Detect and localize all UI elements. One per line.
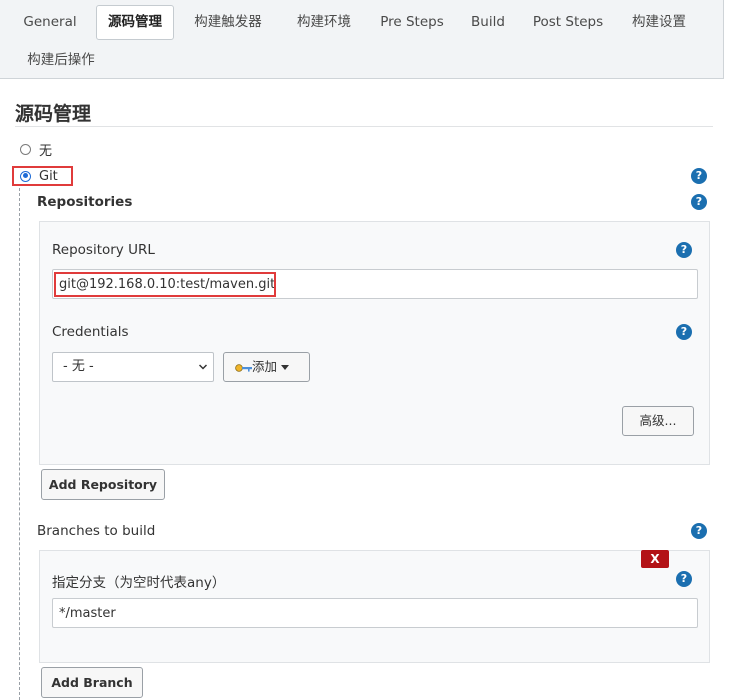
- tab-post-build-actions[interactable]: 构建后操作: [14, 43, 108, 77]
- branch-specifier-help-icon[interactable]: ?: [676, 571, 692, 587]
- add-credentials-button[interactable]: 添加: [223, 352, 310, 382]
- tab-build-environment[interactable]: 构建环境: [284, 5, 364, 39]
- git-section-guide-line: [19, 188, 20, 700]
- delete-branch-button[interactable]: X: [641, 550, 669, 568]
- section-divider: [15, 126, 713, 127]
- credentials-selected-value: - 无 -: [63, 359, 94, 374]
- branches-help-icon[interactable]: ?: [691, 523, 707, 539]
- section-tab-bar: General 源码管理 构建触发器 构建环境 Pre Steps Build …: [0, 0, 724, 79]
- credentials-select[interactable]: - 无 -: [52, 352, 214, 382]
- tab-build-triggers[interactable]: 构建触发器: [182, 5, 274, 39]
- advanced-button[interactable]: 高级...: [622, 406, 694, 436]
- repository-url-label: Repository URL: [52, 242, 155, 258]
- add-credentials-label: 添加: [252, 359, 278, 374]
- tab-build[interactable]: Build: [460, 5, 516, 39]
- radio-none-label: 无: [39, 143, 53, 159]
- tab-general[interactable]: General: [14, 5, 86, 39]
- radio-none[interactable]: [20, 143, 31, 155]
- credentials-help-icon[interactable]: ?: [676, 324, 692, 340]
- branch-specifier-input[interactable]: [52, 598, 698, 628]
- add-branch-button[interactable]: Add Branch: [41, 667, 143, 698]
- section-title: 源码管理: [15, 103, 92, 125]
- tab-post-steps[interactable]: Post Steps: [526, 5, 610, 39]
- chevron-down-icon: [199, 364, 207, 370]
- repository-url-help-icon[interactable]: ?: [676, 242, 692, 258]
- tab-pre-steps[interactable]: Pre Steps: [374, 5, 450, 39]
- credentials-label: Credentials: [52, 324, 129, 340]
- branch-specifier-label: 指定分支（为空时代表any）: [52, 575, 226, 591]
- caret-down-icon: [281, 365, 289, 370]
- tab-source-code-management[interactable]: 源码管理: [96, 5, 174, 40]
- repositories-help-icon[interactable]: ?: [691, 194, 707, 210]
- scm-option-none[interactable]: 无: [20, 139, 52, 159]
- add-repository-button[interactable]: Add Repository: [41, 469, 165, 500]
- git-help-icon[interactable]: ?: [691, 168, 707, 184]
- tab-build-settings[interactable]: 构建设置: [620, 5, 698, 39]
- key-icon: [235, 364, 252, 372]
- repository-url-highlight: [54, 272, 276, 297]
- branches-to-build-label: Branches to build: [37, 523, 156, 539]
- repositories-label: Repositories: [37, 194, 133, 210]
- git-option-highlight: [12, 166, 73, 186]
